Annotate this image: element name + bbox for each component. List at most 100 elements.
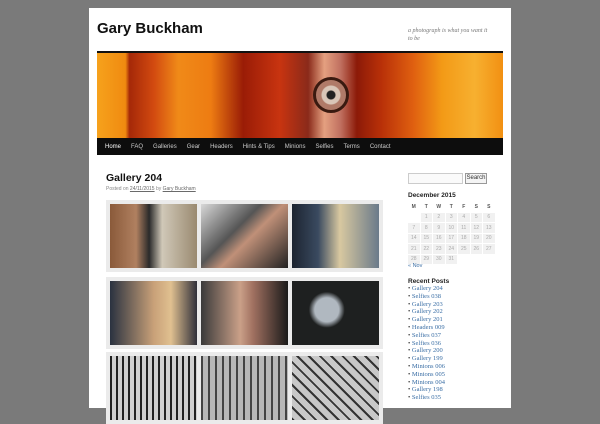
header-banner-image: [97, 51, 503, 138]
site-title[interactable]: Gary Buckham: [97, 20, 203, 37]
recent-post-link[interactable]: Selfies 035: [412, 394, 441, 401]
calendar-day: 30: [433, 254, 445, 264]
recent-post-item: Gallery 198: [408, 386, 445, 394]
calendar-weekday: S: [487, 203, 491, 210]
post-date-link[interactable]: 24/11/2015: [130, 186, 155, 192]
calendar-day: 1: [420, 212, 432, 222]
gallery-thumb[interactable]: [201, 356, 288, 420]
calendar-day: 7: [408, 223, 420, 233]
recent-post-link[interactable]: Gallery 204: [412, 285, 443, 292]
post-meta: Posted on 24/11/2015 by Gary Buckham: [106, 186, 196, 192]
recent-post-item: Gallery 203: [408, 301, 445, 309]
calendar-day: 14: [408, 233, 420, 243]
calendar-weekday: W: [436, 203, 442, 210]
recent-post-item: Gallery 202: [408, 308, 445, 316]
gallery-thumb[interactable]: [110, 281, 197, 345]
calendar-day: [471, 255, 483, 265]
calendar-day: 23: [433, 244, 445, 254]
recent-post-item: Headers 009: [408, 324, 445, 332]
calendar-day: 8: [420, 223, 432, 233]
search-input[interactable]: [408, 173, 463, 184]
nav-item-headers[interactable]: Headers: [205, 144, 238, 150]
by-label: by: [155, 186, 162, 192]
recent-post-link[interactable]: Gallery 199: [412, 355, 443, 362]
gallery-row: [106, 200, 383, 272]
nav-item-terms[interactable]: Terms: [338, 144, 364, 150]
main-nav: Home FAQ Galleries Gear Headers Hints & Tips M…: [97, 138, 503, 155]
calendar-day: 22: [420, 244, 432, 254]
calendar-day: 6: [483, 212, 495, 222]
calendar-weekday: T: [424, 203, 428, 210]
gallery-thumb[interactable]: [292, 281, 379, 345]
recent-post-link[interactable]: Minions 005: [412, 371, 445, 378]
site-tagline: a photograph is what you want it to be: [408, 28, 488, 42]
calendar-day: 20: [483, 233, 495, 243]
calendar-weekday: T: [449, 203, 453, 210]
recent-post-item: Gallery 201: [408, 316, 445, 324]
nav-item-faq[interactable]: FAQ: [126, 144, 148, 150]
posted-on-label: Posted on: [106, 186, 129, 192]
gallery-thumb[interactable]: [110, 204, 197, 268]
calendar-day: 17: [445, 233, 457, 243]
recent-post-link[interactable]: Minions 006: [412, 363, 445, 370]
calendar-day: 10: [445, 223, 457, 233]
recent-post-link[interactable]: Gallery 201: [412, 316, 443, 323]
calendar-day: 12: [470, 223, 482, 233]
nav-item-selfies[interactable]: Selfies: [310, 144, 338, 150]
nav-item-contact[interactable]: Contact: [365, 144, 396, 150]
gallery-thumb[interactable]: [292, 356, 379, 420]
calendar-weekday: S: [474, 203, 478, 210]
recent-post-item: Selfies 038: [408, 293, 445, 301]
recent-post-link[interactable]: Selfies 038: [412, 293, 441, 300]
gallery-row: [106, 352, 383, 424]
recent-post-link[interactable]: Selfies 036: [412, 340, 441, 347]
calendar-day: 3: [445, 212, 457, 222]
calendar-day: [458, 255, 470, 265]
page: Gary Buckham a photograph is what you wa…: [89, 8, 511, 424]
eye-image: [313, 77, 349, 113]
author-link[interactable]: Gary Buckham: [163, 186, 196, 192]
calendar-day: 25: [458, 244, 470, 254]
calendar-day: 24: [445, 244, 457, 254]
nav-item-hints-tips[interactable]: Hints & Tips: [238, 144, 280, 150]
calendar-day: 27: [483, 244, 495, 254]
recent-posts-title: Recent Posts: [408, 278, 450, 285]
calendar-day: 4: [458, 212, 470, 222]
post-title[interactable]: Gallery 204: [106, 172, 162, 184]
recent-post-item: Selfies 035: [408, 394, 445, 402]
recent-post-link[interactable]: Gallery 202: [412, 308, 443, 315]
gallery-thumb[interactable]: [292, 204, 379, 268]
calendar-day: 18: [458, 233, 470, 243]
recent-post-item: Gallery 199: [408, 355, 445, 363]
recent-post-item: Gallery 200: [408, 347, 445, 355]
search-button[interactable]: Search: [465, 173, 487, 184]
calendar-day: 5: [470, 212, 482, 222]
recent-post-link[interactable]: Gallery 200: [412, 347, 443, 354]
recent-post-item: Minions 005: [408, 371, 445, 379]
recent-post-item: Gallery 204: [408, 285, 445, 293]
nav-item-galleries[interactable]: Galleries: [148, 144, 182, 150]
gallery-row: [106, 277, 383, 349]
recent-post-link[interactable]: Selfies 037: [412, 332, 441, 339]
nav-item-gear[interactable]: Gear: [182, 144, 205, 150]
gallery-thumb[interactable]: [201, 204, 288, 268]
nav-item-minions[interactable]: Minions: [280, 144, 311, 150]
recent-post-item: Minions 004: [408, 379, 445, 387]
calendar-weekday: F: [462, 203, 466, 210]
recent-post-link[interactable]: Headers 009: [412, 324, 445, 331]
calendar-day: 15: [420, 233, 432, 243]
recent-posts-list: Gallery 204Selfies 038Gallery 203Gallery…: [408, 285, 445, 402]
recent-post-item: Minions 006: [408, 363, 445, 371]
calendar-day: 16: [433, 233, 445, 243]
recent-post-link[interactable]: Gallery 203: [412, 301, 443, 308]
calendar-day: 13: [483, 223, 495, 233]
recent-post-link[interactable]: Minions 004: [412, 379, 445, 386]
calendar-prev-link[interactable]: « Nov: [408, 263, 422, 269]
calendar-day: 26: [470, 244, 482, 254]
calendar-day: 21: [408, 244, 420, 254]
gallery-thumb[interactable]: [201, 281, 288, 345]
nav-item-home[interactable]: Home: [100, 144, 126, 150]
calendar-day: 11: [458, 223, 470, 233]
gallery-thumb[interactable]: [110, 356, 197, 420]
recent-post-link[interactable]: Gallery 198: [412, 386, 443, 393]
